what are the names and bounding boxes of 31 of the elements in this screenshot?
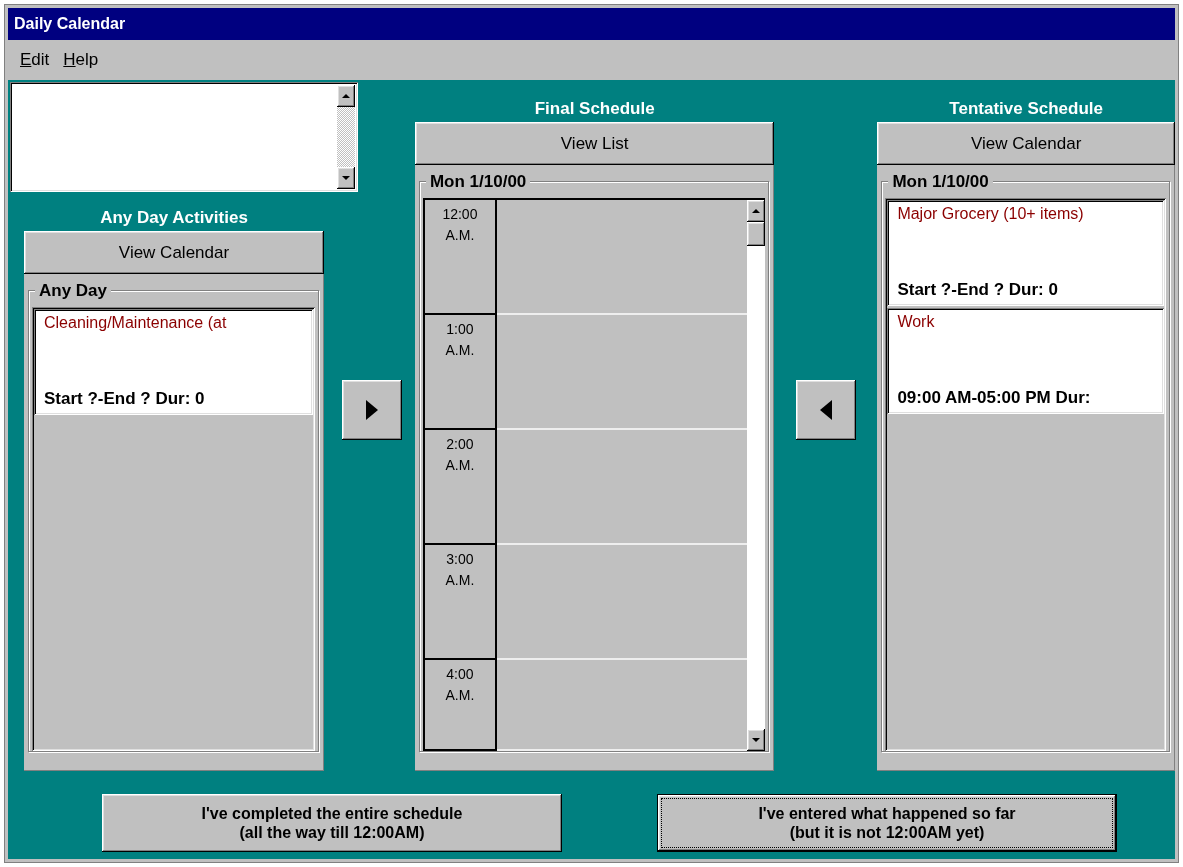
period-text: A.M. [445, 686, 475, 705]
confirm-button[interactable]: I've completed the entire schedule (all the way till 12:00AM) [102, 794, 562, 852]
activity-times: Start ?-End ? Dur: 0 [44, 389, 206, 409]
hour-text: 2:00 [446, 435, 474, 454]
menu-item[interactable]: Edit [20, 50, 50, 70]
section-title: Tentative Schedule [948, 98, 1104, 120]
window-title: Daily Calendar [8, 8, 1175, 40]
view-calendar-button[interactable]: View Calendar [877, 122, 1175, 165]
confirm-button[interactable]: I've entered what happened so far (but it is not 12:00AM yet) [657, 794, 1117, 852]
view-list-button[interactable]: View List [414, 122, 775, 165]
activity-card[interactable]: Work 09:00 AM-05:00 PM Dur: [887, 308, 1164, 414]
activity-name: Major Grocery (10+ items) [897, 205, 1085, 223]
hour-text: 3:00 [446, 550, 474, 569]
hour-text: 4:00 [446, 665, 474, 684]
menu-item[interactable]: Help [63, 50, 99, 70]
period-text: A.M. [445, 341, 475, 360]
period-text: A.M. [445, 571, 475, 590]
period-text: A.M. [445, 226, 475, 245]
activity-name: Cleaning/Maintenance (at [44, 314, 228, 332]
activity-times: Start ?-End ? Dur: 0 [897, 280, 1059, 300]
activity-card[interactable]: Major Grocery (10+ items) Start ?-End ? Dur: 0 [887, 200, 1164, 306]
group-label: Any Day [35, 281, 112, 301]
period-text: A.M. [445, 456, 475, 475]
activity-card[interactable]: Cleaning/Maintenance (at Start ?-End ? Dur: 0 [34, 309, 313, 415]
activity-times: 09:00 AM-05:00 PM Dur: [897, 388, 1092, 408]
section-title: Final Schedule [533, 98, 656, 120]
activity-name: Work [897, 313, 936, 331]
view-calendar-button[interactable]: View Calendar [24, 231, 324, 274]
hour-text: 12:00 [442, 205, 478, 224]
section-title: Any Day Activities [99, 207, 249, 229]
hour-text: 1:00 [446, 320, 474, 339]
